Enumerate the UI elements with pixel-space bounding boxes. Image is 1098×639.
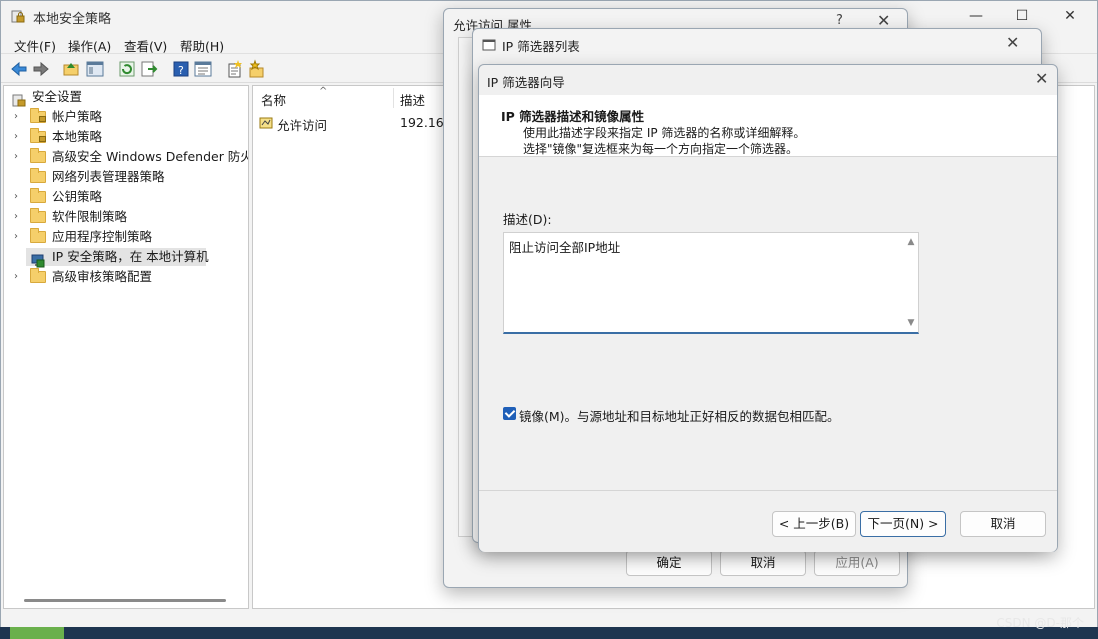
wizard-close-button[interactable]: ✕ <box>1035 69 1048 88</box>
sort-ascending-icon: ^ <box>319 86 328 97</box>
cancel-button[interactable]: 取消 <box>720 550 806 576</box>
folder-icon <box>30 168 46 183</box>
tree-item-label: 软件限制策略 <box>52 209 128 224</box>
chevron-right-icon[interactable]: › <box>14 147 24 167</box>
minimize-button[interactable]: — <box>953 1 999 31</box>
wizard-header-line1: 使用此描述字段来指定 IP 筛选器的名称或详细解释。 <box>523 126 806 140</box>
tree-item-label: IP 安全策略，在 本地计算机 <box>52 249 209 264</box>
help-icon[interactable]: ? <box>171 59 191 79</box>
show-hide-tree-icon[interactable] <box>85 59 105 79</box>
tree-item-network-list[interactable]: 网络列表管理器策略 <box>4 167 248 187</box>
scroll-down-arrow-icon[interactable]: ▼ <box>905 317 917 329</box>
menu-help[interactable]: 帮助(H) <box>180 36 224 55</box>
filter-list-dialog-title: IP 筛选器列表 <box>502 39 580 54</box>
tree-item-software-restriction[interactable]: › 软件限制策略 <box>4 207 248 227</box>
menu-file[interactable]: 文件(F) <box>14 36 56 55</box>
security-policy-icon <box>11 10 25 24</box>
tree-root-label: 安全设置 <box>32 89 83 104</box>
chevron-right-icon[interactable]: › <box>14 267 24 287</box>
menu-view[interactable]: 查看(V) <box>124 36 167 55</box>
forward-arrow-icon[interactable] <box>31 59 51 79</box>
tree-item-label: 高级安全 Windows Defender 防火墙 <box>52 149 248 164</box>
description-label: 描述(D): <box>503 212 552 227</box>
tree-item-label: 应用程序控制策略 <box>52 229 153 244</box>
folder-icon <box>30 228 46 243</box>
chevron-right-icon[interactable]: › <box>14 207 24 227</box>
tree-item-account-policies[interactable]: › 帐户策略 <box>4 107 248 127</box>
up-folder-icon[interactable] <box>61 59 81 79</box>
manage-filters-icon[interactable] <box>247 59 267 79</box>
tree-item-defender-firewall[interactable]: › 高级安全 Windows Defender 防火墙 <box>4 147 248 167</box>
tree-item-label: 网络列表管理器策略 <box>52 169 165 184</box>
chevron-right-icon[interactable]: › <box>14 187 24 207</box>
menu-action[interactable]: 操作(A) <box>68 36 111 55</box>
next-button[interactable]: 下一页(N) > <box>860 511 946 537</box>
security-settings-icon <box>12 94 26 108</box>
new-policy-icon[interactable] <box>225 59 245 79</box>
app-title: 本地安全策略 <box>33 12 112 27</box>
horizontal-scrollbar[interactable] <box>24 599 226 602</box>
refresh-icon[interactable] <box>117 59 137 79</box>
watermark: CSDN @D-那个 <box>996 616 1084 630</box>
wizard-footer: < 上一步(B) 下一页(N) > 取消 <box>479 490 1057 552</box>
column-header-description[interactable]: 描述 <box>400 90 425 109</box>
wizard-body: 描述(D): 阻止访问全部IP地址 ▲ ▼ 镜像(M)。与源地址和目标地址正好相… <box>479 158 1057 490</box>
wizard-cancel-button[interactable]: 取消 <box>960 511 1046 537</box>
properties-icon[interactable] <box>193 59 213 79</box>
mirror-checkbox[interactable] <box>503 407 516 420</box>
ip-filter-wizard: IP 筛选器向导 ✕ IP 筛选器描述和镜像属性 使用此描述字段来指定 IP 筛… <box>478 64 1058 552</box>
wizard-header-title: IP 筛选器描述和镜像属性 <box>501 109 645 124</box>
tree-item-label: 高级审核策略配置 <box>52 269 153 284</box>
lock-icon <box>39 136 46 142</box>
mirror-label: 镜像(M)。与源地址和目标地址正好相反的数据包相匹配。 <box>519 409 840 424</box>
tree-item-local-policies[interactable]: › 本地策略 <box>4 127 248 147</box>
chevron-right-icon[interactable]: › <box>14 227 24 247</box>
filter-policy-icon <box>259 116 273 130</box>
tree-pane: 安全设置 › 帐户策略 › 本地策略 › 高级安全 Windows Defend… <box>3 85 249 609</box>
folder-icon <box>30 148 46 163</box>
wizard-header: IP 筛选器描述和镜像属性 使用此描述字段来指定 IP 筛选器的名称或详细解释。… <box>479 95 1057 157</box>
filter-list-window-icon <box>482 38 496 52</box>
back-button[interactable]: < 上一步(B) <box>772 511 856 537</box>
tree-item-label: 本地策略 <box>52 129 103 144</box>
tree-root[interactable]: 安全设置 <box>4 87 248 107</box>
lock-icon <box>39 116 46 122</box>
chevron-right-icon[interactable]: › <box>14 107 24 127</box>
close-button[interactable]: ✕ <box>1047 1 1093 31</box>
wizard-title: IP 筛选器向导 <box>487 75 565 90</box>
wizard-header-line2: 选择"镜像"复选框来为每一个方向指定一个筛选器。 <box>523 142 799 156</box>
dialog-help-button[interactable]: ? <box>836 13 843 28</box>
folder-icon <box>30 268 46 283</box>
tree-item-label: 公钥策略 <box>52 189 103 204</box>
tree-item-advanced-audit[interactable]: › 高级审核策略配置 <box>4 267 248 287</box>
description-textarea[interactable]: 阻止访问全部IP地址 ▲ ▼ <box>503 232 919 334</box>
back-arrow-icon[interactable] <box>9 59 29 79</box>
ok-button[interactable]: 确定 <box>626 550 712 576</box>
filter-list-close-button[interactable]: ✕ <box>1006 33 1019 52</box>
folder-icon <box>30 208 46 223</box>
apply-button[interactable]: 应用(A) <box>814 550 900 576</box>
column-header-name[interactable]: 名称 <box>261 90 286 109</box>
ip-security-icon <box>31 254 45 268</box>
tree-item-public-key[interactable]: › 公钥策略 <box>4 187 248 207</box>
mirror-checkbox-row[interactable]: 镜像(M)。与源地址和目标地址正好相反的数据包相匹配。 <box>503 405 943 424</box>
status-bar <box>1 609 1097 627</box>
tree-item-app-control[interactable]: › 应用程序控制策略 <box>4 227 248 247</box>
folder-icon <box>30 188 46 203</box>
table-row[interactable]: 允许访问 192.168 <box>253 112 452 133</box>
export-list-icon[interactable] <box>139 59 159 79</box>
maximize-button[interactable]: ☐ <box>999 1 1045 31</box>
tree-item-ip-security[interactable]: IP 安全策略，在 本地计算机 <box>4 247 248 267</box>
description-text: 阻止访问全部IP地址 <box>509 240 621 255</box>
svg-text:?: ? <box>178 64 184 77</box>
tree-item-label: 帐户策略 <box>52 109 103 124</box>
column-separator[interactable] <box>393 88 394 108</box>
row-name: 允许访问 <box>277 118 328 133</box>
scroll-up-arrow-icon[interactable]: ▲ <box>905 236 917 248</box>
chevron-right-icon[interactable]: › <box>14 127 24 147</box>
taskbar-thumbnail <box>10 627 64 639</box>
